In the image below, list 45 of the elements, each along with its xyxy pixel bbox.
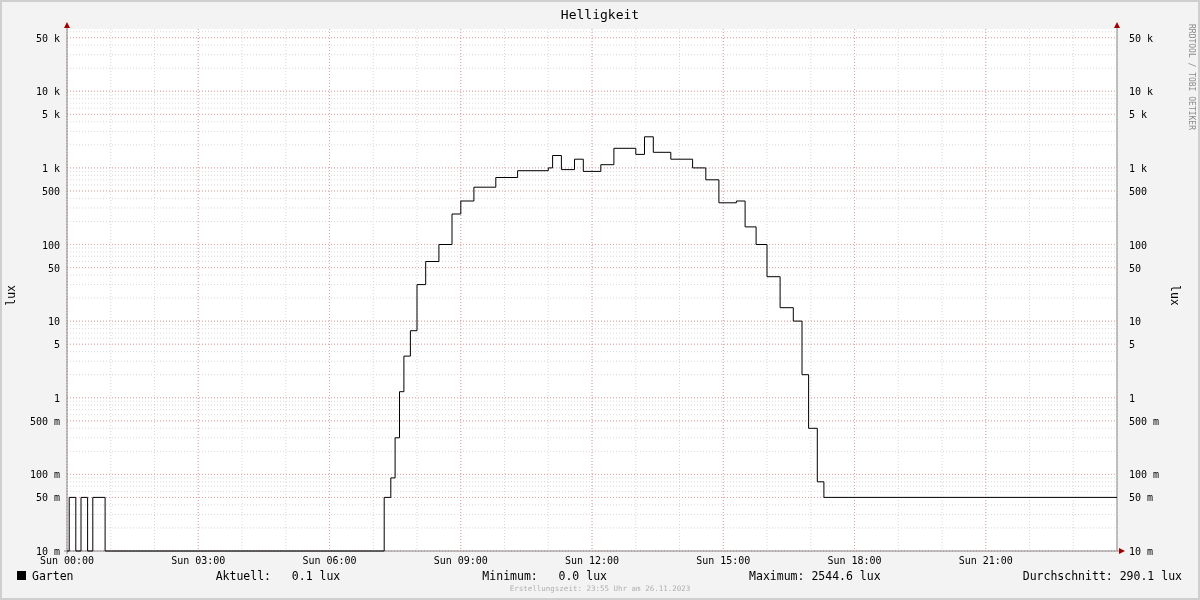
legend-label: Garten (32, 568, 74, 583)
tick-label: 10 (47, 316, 60, 328)
tick-label: 50 m (1129, 492, 1154, 504)
tick-label: Sun 18:00 (827, 555, 882, 566)
tick-label: Sun 06:00 (302, 555, 357, 566)
legend-stat: Maximum: 2544.6 lux (749, 568, 881, 583)
tick-label: 500 m (29, 415, 60, 427)
axis-label: lux (4, 284, 18, 306)
tick-label: Sun 00:00 (39, 555, 95, 566)
tick-label: 50 k (35, 32, 60, 44)
tick-label: Sun 03:00 (171, 555, 226, 566)
tick-label: Sun 12:00 (564, 555, 620, 566)
legend-stat: Aktuell: 0.1 lux (215, 568, 341, 583)
legend-stat: Durchschnitt: 290.1 lux (1022, 568, 1182, 583)
tick-label: 5 k (41, 109, 60, 121)
tick-label: 5 (53, 339, 60, 351)
tick-label: 500 (41, 185, 60, 197)
tick-label: 10 m (35, 546, 60, 557)
tick-label: 100 (1129, 239, 1148, 251)
tick-label: Sun 09:00 (433, 555, 488, 566)
tick-label: 50 m (35, 492, 60, 504)
axis-label: lux (1168, 284, 1182, 306)
chart-title: Helligkeit (560, 7, 640, 22)
tick-label: 1 k (1129, 162, 1148, 174)
tick-label: Sun 21:00 (958, 555, 1013, 566)
credit-text: RRDTOOL / TOBI OETIKER (1186, 23, 1196, 130)
tick-label: 5 (1129, 339, 1136, 351)
tick-label: 1 (1129, 392, 1136, 404)
tick-label: 10 m (1129, 546, 1154, 557)
tick-label: 1 (53, 392, 60, 404)
tick-label: 50 (47, 262, 60, 274)
tick-label: 10 (1129, 316, 1142, 328)
legend-stat: Minimum: 0.0 lux (482, 568, 607, 583)
tick-label: Sun 15:00 (696, 555, 751, 566)
tick-label: 500 m (1129, 415, 1160, 427)
tick-label: 1 k (41, 162, 60, 174)
tick-label: 10 k (1129, 86, 1154, 98)
tick-label: 50 (1129, 262, 1142, 274)
tick-label: 10 k (35, 86, 60, 98)
tick-label: 100 (41, 239, 60, 251)
tick-label: 100 m (29, 469, 60, 481)
tick-label: 100 m (1129, 469, 1160, 481)
tick-label: 5 k (1129, 109, 1148, 121)
tick-label: 500 (1129, 185, 1148, 197)
tick-label: 50 k (1129, 32, 1154, 44)
